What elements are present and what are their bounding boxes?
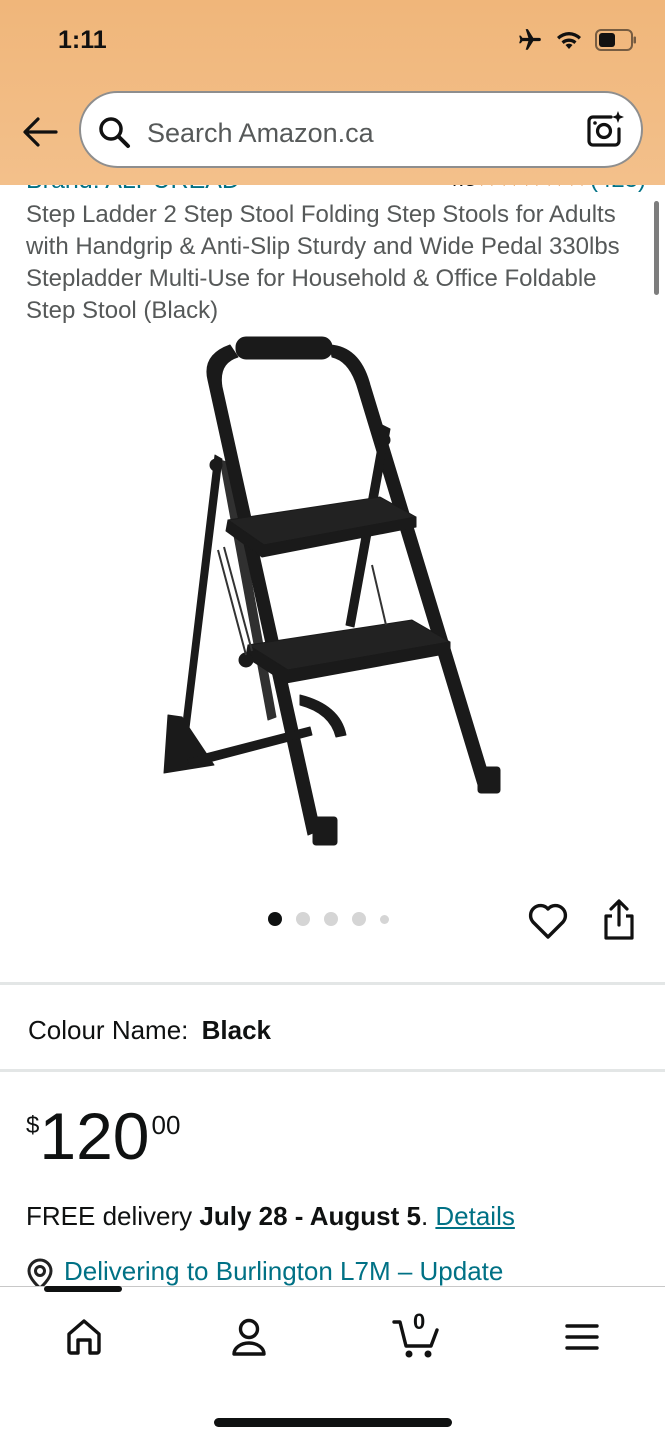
delivery-location[interactable]: Delivering to Burlington L7M – Update [26, 1256, 665, 1286]
heart-icon[interactable] [527, 900, 569, 942]
image-carousel-dots[interactable] [268, 912, 389, 926]
section-divider [0, 1069, 665, 1072]
status-icons [517, 26, 637, 54]
back-arrow-icon [23, 117, 58, 147]
delivery-suffix: . [420, 1201, 436, 1231]
battery-icon [595, 29, 636, 51]
price: $ 120 00 [26, 1100, 180, 1172]
nav-home[interactable] [60, 1313, 108, 1361]
active-tab-indicator [44, 1286, 122, 1292]
search-input[interactable]: Search Amazon.ca [147, 118, 374, 149]
cart-count: 0 [413, 1309, 426, 1334]
search-icon [99, 117, 130, 148]
section-divider [0, 982, 665, 985]
share-icon[interactable] [600, 898, 638, 942]
price-whole: 120 [39, 1099, 150, 1173]
delivery-dates: July 28 - August 5 [199, 1201, 421, 1231]
carousel-dot[interactable] [352, 912, 366, 926]
home-indicator[interactable] [214, 1418, 452, 1427]
airplane-icon [519, 29, 541, 50]
location-pin-icon [27, 1258, 53, 1286]
carousel-dot[interactable] [296, 912, 310, 926]
location-link[interactable]: Delivering to Burlington L7M – Update [64, 1256, 503, 1286]
nav-menu[interactable] [558, 1313, 606, 1361]
menu-icon [565, 1324, 599, 1350]
bottom-navigation: 0 [0, 1286, 665, 1440]
camera-lens-icon[interactable] [583, 109, 625, 151]
carousel-dot[interactable] [324, 912, 338, 926]
colour-selection: Colour Name: Black [28, 1015, 271, 1046]
price-fraction: 00 [151, 1110, 181, 1140]
colour-label: Colour Name: [28, 1015, 189, 1045]
product-image[interactable] [150, 325, 520, 855]
delivery-details-link[interactable]: Details [435, 1201, 514, 1231]
nav-cart[interactable]: 0 [390, 1309, 442, 1361]
carousel-dot[interactable] [268, 912, 282, 926]
app-header: 1:11 Search Amazon.ca [0, 0, 665, 185]
account-icon [232, 1318, 266, 1356]
product-title: Step Ladder 2 Step Stool Folding Step St… [26, 201, 620, 324]
delivery-prefix: FREE delivery [26, 1201, 200, 1231]
wifi-icon [557, 32, 581, 49]
home-icon [67, 1319, 101, 1355]
carousel-dot[interactable] [380, 914, 389, 924]
price-symbol: $ [26, 1112, 40, 1139]
nav-account[interactable] [225, 1313, 273, 1361]
back-button[interactable] [20, 112, 60, 152]
scroll-indicator [654, 201, 659, 295]
delivery-info: FREE delivery July 28 - August 5. Detail… [26, 1201, 515, 1232]
status-time: 1:11 [58, 26, 107, 54]
colour-value: Black [201, 1015, 272, 1045]
search-bar[interactable]: Search Amazon.ca [79, 91, 643, 168]
